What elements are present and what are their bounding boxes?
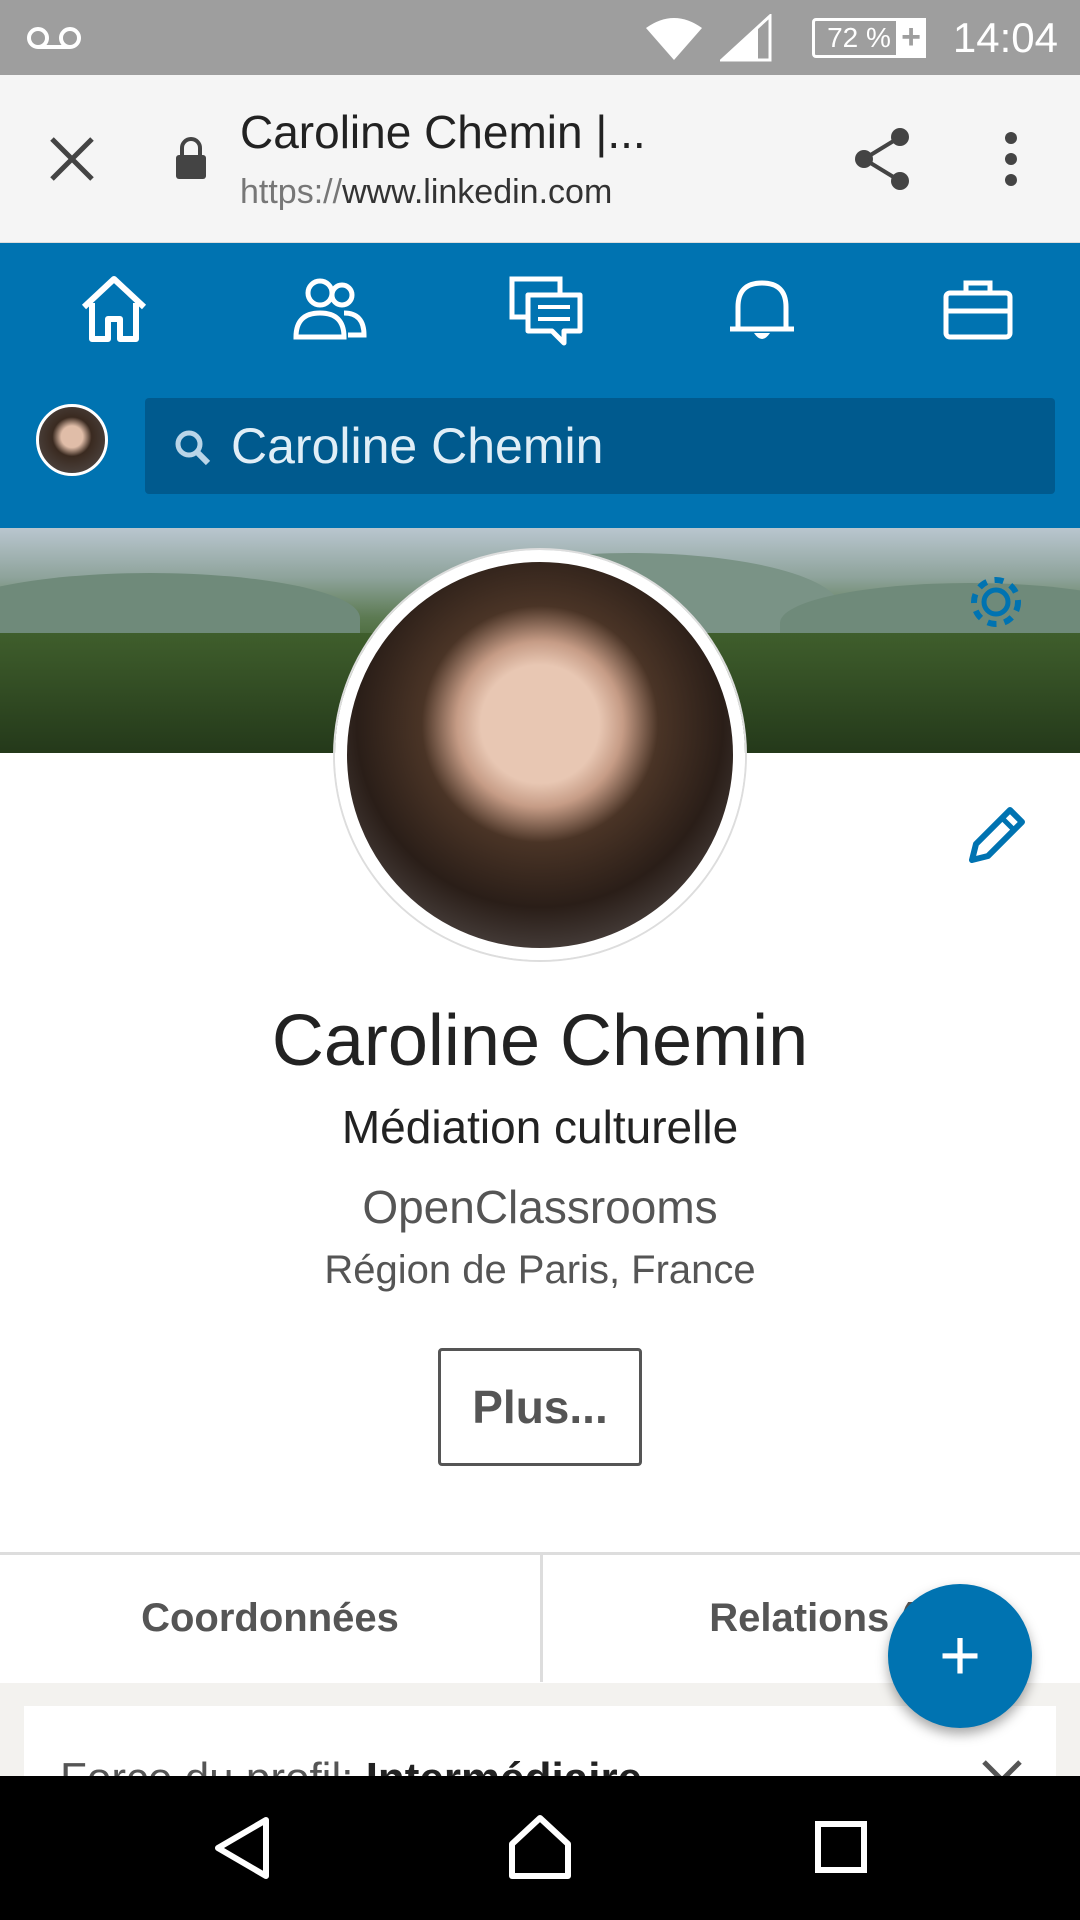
linkedin-nav	[0, 243, 1080, 528]
system-navigation-bar	[0, 1776, 1080, 1920]
jobs-icon[interactable]	[938, 269, 1018, 349]
status-bar: 72 % + 14:04	[0, 0, 1080, 75]
profile-location: Région de Paris, France	[324, 1248, 756, 1292]
lock-icon	[176, 137, 206, 179]
search-box[interactable]	[145, 398, 1055, 494]
share-icon[interactable]	[852, 127, 912, 191]
edit-icon[interactable]	[964, 804, 1028, 868]
network-icon[interactable]	[288, 269, 368, 349]
profile-photo[interactable]	[335, 550, 745, 960]
search-input[interactable]	[231, 416, 1031, 476]
back-icon[interactable]	[212, 1816, 272, 1880]
voicemail-icon	[27, 27, 81, 49]
battery-icon: 72 %	[812, 18, 906, 58]
page-title[interactable]: Caroline Chemin |...	[240, 105, 646, 159]
search-row	[0, 398, 1080, 508]
more-button[interactable]: Plus...	[438, 1348, 642, 1466]
search-icon	[175, 430, 211, 466]
avatar[interactable]	[36, 404, 108, 476]
add-button[interactable]: +	[888, 1584, 1032, 1728]
home-nav-icon[interactable]	[508, 1814, 572, 1880]
profile-strength[interactable]: Force du profil: Intermédiaire	[24, 1706, 1056, 1786]
browser-toolbar: Caroline Chemin |... https://www.linkedi…	[0, 75, 1080, 243]
settings-icon[interactable]	[966, 572, 1026, 632]
close-icon[interactable]	[48, 135, 96, 183]
recents-icon[interactable]	[814, 1820, 868, 1874]
url-host: www.linkedin.com	[342, 173, 613, 211]
notifications-icon[interactable]	[722, 269, 802, 349]
battery-level: 72 %	[827, 22, 891, 53]
signal-icon	[720, 14, 772, 62]
url-bar[interactable]: https://www.linkedin.com	[240, 173, 612, 212]
overflow-menu-icon[interactable]	[996, 131, 1026, 187]
charging-icon: +	[896, 18, 926, 58]
wifi-icon	[646, 18, 702, 60]
profile-name: Caroline Chemin	[271, 1001, 809, 1081]
home-icon[interactable]	[74, 269, 154, 349]
messages-icon[interactable]	[506, 269, 586, 349]
profile-headline: Médiation culturelle	[341, 1101, 739, 1153]
url-scheme: https://	[240, 173, 343, 211]
clock: 14:04	[952, 14, 1058, 61]
profile-company[interactable]: OpenClassrooms	[0, 1180, 1080, 1234]
tab-contact-info[interactable]: Coordonnées	[0, 1555, 540, 1682]
